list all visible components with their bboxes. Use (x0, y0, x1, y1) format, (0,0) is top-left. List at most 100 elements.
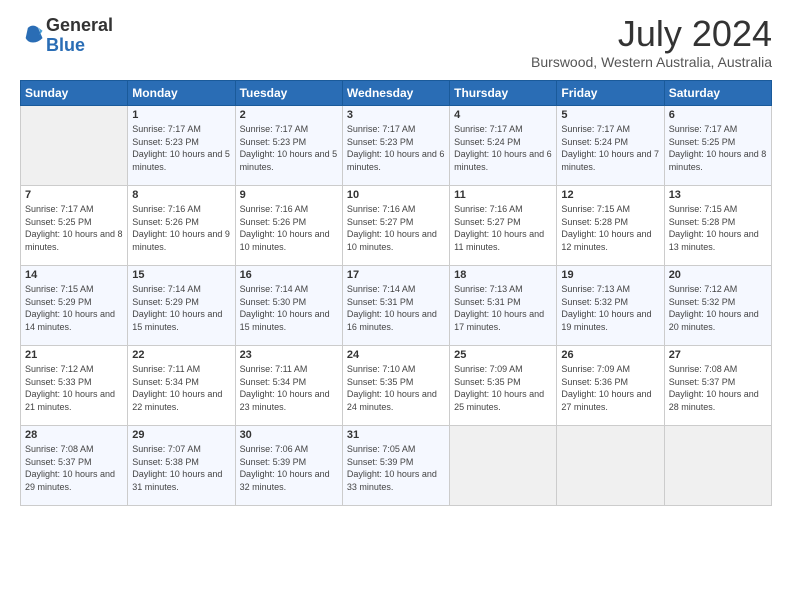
calendar-cell: 19Sunrise: 7:13 AMSunset: 5:32 PMDayligh… (557, 266, 664, 346)
day-info: Sunrise: 7:17 AMSunset: 5:23 PMDaylight:… (132, 124, 230, 172)
day-header-friday: Friday (557, 81, 664, 106)
day-header-thursday: Thursday (450, 81, 557, 106)
calendar-cell (450, 426, 557, 506)
day-info: Sunrise: 7:12 AMSunset: 5:32 PMDaylight:… (669, 284, 759, 332)
day-info: Sunrise: 7:10 AMSunset: 5:35 PMDaylight:… (347, 364, 437, 412)
calendar-cell: 10Sunrise: 7:16 AMSunset: 5:27 PMDayligh… (342, 186, 449, 266)
calendar-cell: 8Sunrise: 7:16 AMSunset: 5:26 PMDaylight… (128, 186, 235, 266)
day-info: Sunrise: 7:15 AMSunset: 5:29 PMDaylight:… (25, 284, 115, 332)
calendar-cell: 26 Sunrise: 7:09 AMSunset: 5:36 PMDayligh… (557, 346, 664, 426)
calendar-cell: 3 Sunrise: 7:17 AMSunset: 5:23 PMDaylight… (342, 106, 449, 186)
day-info: Sunrise: 7:17 AMSunset: 5:23 PMDaylight:… (347, 124, 445, 172)
calendar-week-row: 7 Sunrise: 7:17 AMSunset: 5:25 PMDaylight… (21, 186, 772, 266)
day-info: Sunrise: 7:15 AMSunset: 5:28 PMDaylight:… (561, 204, 651, 252)
calendar-cell: 27Sunrise: 7:08 AMSunset: 5:37 PMDayligh… (664, 346, 771, 426)
day-info: Sunrise: 7:17 AMSunset: 5:25 PMDaylight:… (669, 124, 767, 172)
calendar-cell: 14 Sunrise: 7:15 AMSunset: 5:29 PMDayligh… (21, 266, 128, 346)
day-number: 31 (347, 429, 445, 441)
day-number: 21 (25, 349, 123, 361)
day-number: 19 (561, 269, 659, 281)
calendar-cell: 4 Sunrise: 7:17 AMSunset: 5:24 PMDaylight… (450, 106, 557, 186)
calendar-cell: 24Sunrise: 7:10 AMSunset: 5:35 PMDayligh… (342, 346, 449, 426)
day-number: 1 (132, 109, 230, 121)
day-number: 7 (25, 189, 123, 201)
calendar-cell: 23Sunrise: 7:11 AMSunset: 5:34 PMDayligh… (235, 346, 342, 426)
day-info: Sunrise: 7:17 AMSunset: 5:23 PMDaylight:… (240, 124, 338, 172)
calendar-cell: 11Sunrise: 7:16 AMSunset: 5:27 PMDayligh… (450, 186, 557, 266)
day-info: Sunrise: 7:15 AMSunset: 5:28 PMDaylight:… (669, 204, 759, 252)
day-info: Sunrise: 7:09 AMSunset: 5:36 PMDaylight:… (561, 364, 651, 412)
day-info: Sunrise: 7:16 AMSunset: 5:27 PMDaylight:… (454, 204, 544, 252)
day-header-sunday: Sunday (21, 81, 128, 106)
calendar-cell: 31 Sunrise: 7:05 AMSunset: 5:39 PMDayligh… (342, 426, 449, 506)
logo-general-text: General (46, 15, 113, 35)
day-number: 14 (25, 269, 123, 281)
calendar-cell: 18 Sunrise: 7:13 AMSunset: 5:31 PMDayligh… (450, 266, 557, 346)
day-number: 6 (669, 109, 767, 121)
page-header: General Blue July 2024 Burswood, Western… (20, 16, 772, 70)
calendar-cell (557, 426, 664, 506)
calendar-cell: 30Sunrise: 7:06 AMSunset: 5:39 PMDayligh… (235, 426, 342, 506)
calendar-week-row: 14 Sunrise: 7:15 AMSunset: 5:29 PMDayligh… (21, 266, 772, 346)
calendar-cell (21, 106, 128, 186)
logo: General Blue (20, 16, 113, 56)
day-info: Sunrise: 7:08 AMSunset: 5:37 PMDaylight:… (669, 364, 759, 412)
calendar-cell: 1 Sunrise: 7:17 AMSunset: 5:23 PMDaylight… (128, 106, 235, 186)
calendar-cell: 20 Sunrise: 7:12 AMSunset: 5:32 PMDayligh… (664, 266, 771, 346)
calendar-cell: 13 Sunrise: 7:15 AMSunset: 5:28 PMDayligh… (664, 186, 771, 266)
calendar-week-row: 28 Sunrise: 7:08 AMSunset: 5:37 PMDayligh… (21, 426, 772, 506)
calendar-week-row: 21Sunrise: 7:12 AMSunset: 5:33 PMDayligh… (21, 346, 772, 426)
calendar-table: SundayMondayTuesdayWednesdayThursdayFrid… (20, 80, 772, 506)
day-number: 5 (561, 109, 659, 121)
day-number: 25 (454, 349, 552, 361)
day-info: Sunrise: 7:17 AMSunset: 5:25 PMDaylight:… (25, 204, 123, 252)
calendar-cell: 25 Sunrise: 7:09 AMSunset: 5:35 PMDayligh… (450, 346, 557, 426)
day-number: 26 (561, 349, 659, 361)
day-info: Sunrise: 7:11 AMSunset: 5:34 PMDaylight:… (132, 364, 222, 412)
day-number: 20 (669, 269, 767, 281)
logo-blue-text: Blue (46, 35, 85, 55)
calendar-cell: 7 Sunrise: 7:17 AMSunset: 5:25 PMDaylight… (21, 186, 128, 266)
calendar-cell: 15 Sunrise: 7:14 AMSunset: 5:29 PMDayligh… (128, 266, 235, 346)
day-number: 30 (240, 429, 338, 441)
day-number: 4 (454, 109, 552, 121)
calendar-cell: 12Sunrise: 7:15 AMSunset: 5:28 PMDayligh… (557, 186, 664, 266)
calendar-cell: 22 Sunrise: 7:11 AMSunset: 5:34 PMDayligh… (128, 346, 235, 426)
day-info: Sunrise: 7:16 AMSunset: 5:27 PMDaylight:… (347, 204, 437, 252)
day-info: Sunrise: 7:14 AMSunset: 5:29 PMDaylight:… (132, 284, 222, 332)
calendar-cell: 16 Sunrise: 7:14 AMSunset: 5:30 PMDayligh… (235, 266, 342, 346)
calendar-week-row: 1 Sunrise: 7:17 AMSunset: 5:23 PMDaylight… (21, 106, 772, 186)
location-subtitle: Burswood, Western Australia, Australia (531, 54, 772, 70)
day-number: 29 (132, 429, 230, 441)
day-header-monday: Monday (128, 81, 235, 106)
day-info: Sunrise: 7:17 AMSunset: 5:24 PMDaylight:… (561, 124, 659, 172)
calendar-cell: 28 Sunrise: 7:08 AMSunset: 5:37 PMDayligh… (21, 426, 128, 506)
day-number: 22 (132, 349, 230, 361)
day-info: Sunrise: 7:16 AMSunset: 5:26 PMDaylight:… (132, 204, 230, 252)
day-info: Sunrise: 7:05 AMSunset: 5:39 PMDaylight:… (347, 444, 437, 492)
day-header-tuesday: Tuesday (235, 81, 342, 106)
month-title: July 2024 (531, 16, 772, 52)
day-info: Sunrise: 7:08 AMSunset: 5:37 PMDaylight:… (25, 444, 115, 492)
calendar-cell: 9 Sunrise: 7:16 AMSunset: 5:26 PMDaylight… (235, 186, 342, 266)
day-number: 13 (669, 189, 767, 201)
day-number: 17 (347, 269, 445, 281)
day-info: Sunrise: 7:14 AMSunset: 5:30 PMDaylight:… (240, 284, 330, 332)
day-number: 9 (240, 189, 338, 201)
day-number: 16 (240, 269, 338, 281)
day-info: Sunrise: 7:13 AMSunset: 5:31 PMDaylight:… (454, 284, 544, 332)
title-block: July 2024 Burswood, Western Australia, A… (531, 16, 772, 70)
calendar-cell: 29Sunrise: 7:07 AMSunset: 5:38 PMDayligh… (128, 426, 235, 506)
calendar-cell: 5 Sunrise: 7:17 AMSunset: 5:24 PMDaylight… (557, 106, 664, 186)
day-info: Sunrise: 7:09 AMSunset: 5:35 PMDaylight:… (454, 364, 544, 412)
day-info: Sunrise: 7:17 AMSunset: 5:24 PMDaylight:… (454, 124, 552, 172)
day-number: 2 (240, 109, 338, 121)
day-info: Sunrise: 7:11 AMSunset: 5:34 PMDaylight:… (240, 364, 330, 412)
day-number: 15 (132, 269, 230, 281)
calendar-cell: 6 Sunrise: 7:17 AMSunset: 5:25 PMDaylight… (664, 106, 771, 186)
day-info: Sunrise: 7:16 AMSunset: 5:26 PMDaylight:… (240, 204, 330, 252)
day-number: 28 (25, 429, 123, 441)
day-header-saturday: Saturday (664, 81, 771, 106)
day-number: 3 (347, 109, 445, 121)
day-number: 18 (454, 269, 552, 281)
